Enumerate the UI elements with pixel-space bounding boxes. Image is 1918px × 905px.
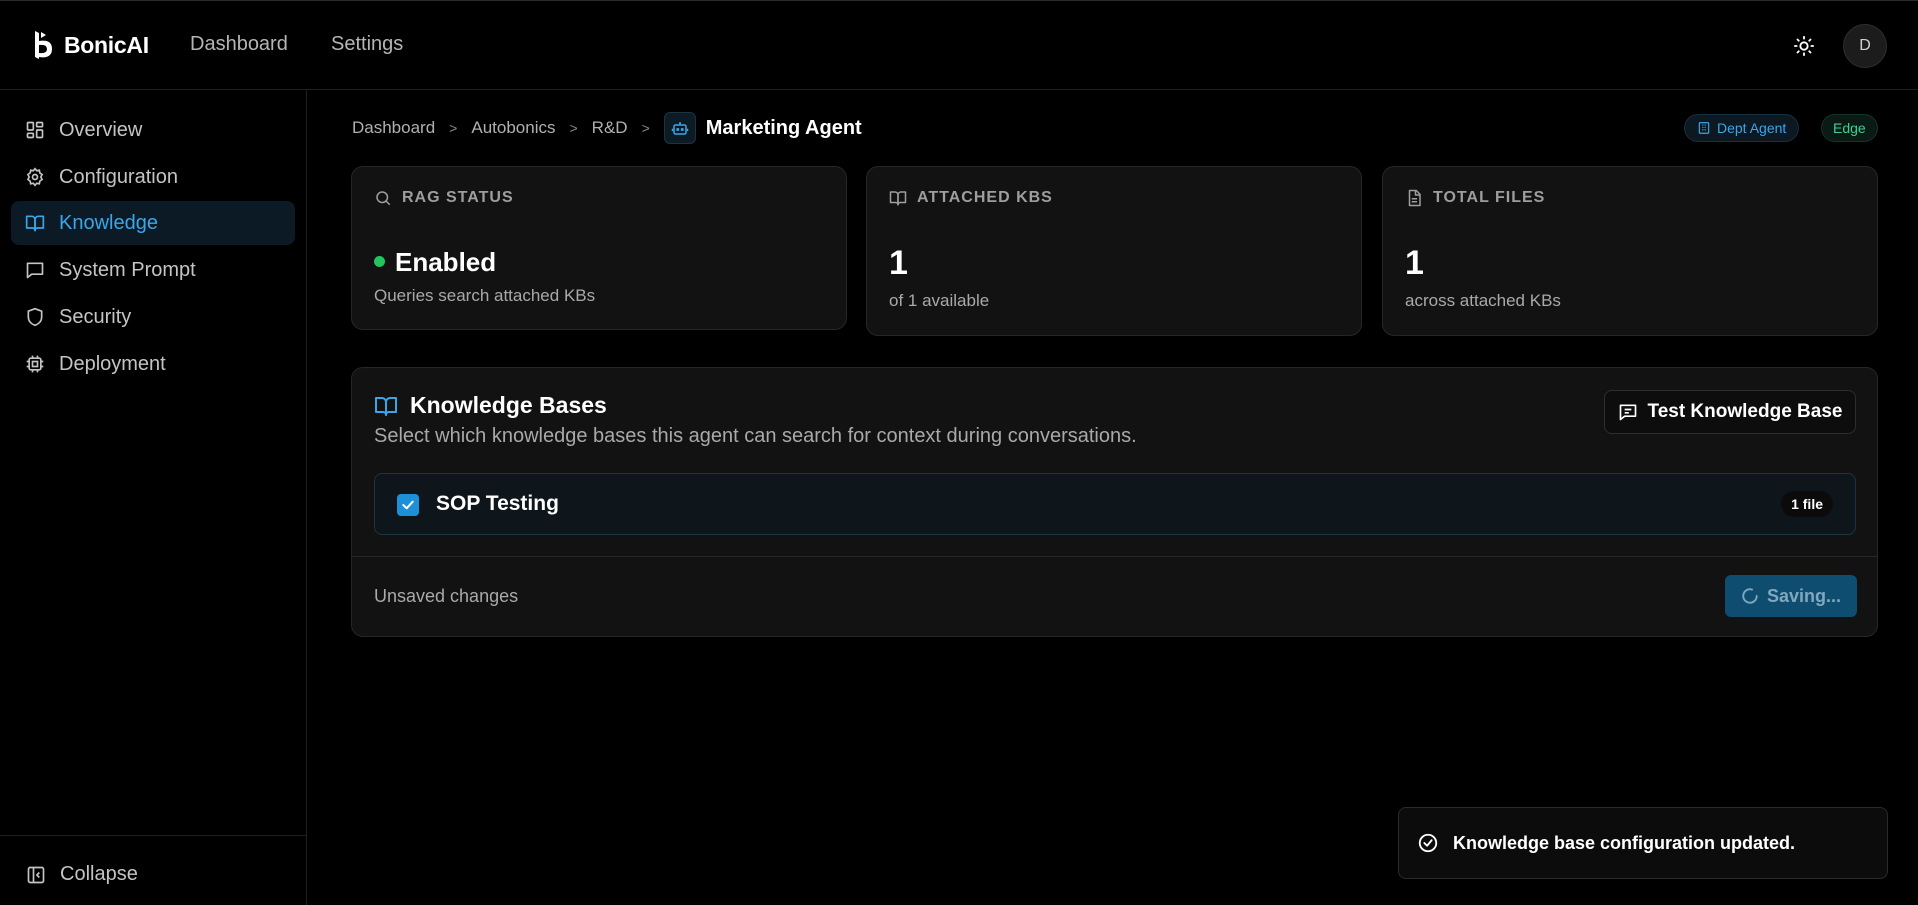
sun-icon: [1793, 35, 1815, 57]
building-icon: [1698, 122, 1710, 134]
book-icon: [889, 191, 907, 206]
stat-header: RAG STATUS: [374, 189, 514, 207]
status-dot: [374, 255, 385, 267]
file-count-badge: 1 file: [1781, 491, 1833, 517]
bot-icon: [663, 112, 696, 144]
edge-badge: Edge: [1821, 114, 1878, 142]
page-title: Marketing Agent: [705, 116, 862, 139]
file-text-icon: [1408, 189, 1421, 207]
nav-dashboard[interactable]: Dashboard: [190, 33, 288, 56]
sidebar-item-label: Overview: [59, 118, 143, 141]
stat-header: TOTAL FILES: [1405, 189, 1545, 207]
toast-message: Knowledge base configuration updated.: [1453, 832, 1796, 853]
stat-title: ATTACHED KBS: [917, 189, 1053, 206]
list-item[interactable]: SOP Testing 1 file: [374, 473, 1856, 535]
stat-subtitle: of 1 available: [889, 291, 990, 310]
stat-title: RAG STATUS: [402, 189, 514, 206]
collapse-label: Collapse: [60, 863, 138, 885]
shield-icon: [27, 307, 43, 327]
rag-status-text: Enabled: [395, 247, 497, 277]
kb-checkbox[interactable]: [397, 494, 419, 516]
collapse-button[interactable]: Collapse: [26, 863, 138, 886]
panel-collapse-icon: [27, 866, 45, 883]
search-icon: [376, 191, 391, 206]
gear-icon: [26, 167, 44, 187]
sidebar-item-label: Security: [59, 305, 132, 328]
test-knowledge-base-label: Test Knowledge Base: [1647, 401, 1843, 422]
sidebar-divider: [0, 835, 307, 836]
breadcrumb-rnd[interactable]: R&D: [592, 118, 628, 138]
panel-divider: [352, 556, 1878, 557]
breadcrumb-separator: >: [641, 120, 650, 136]
sidebar-item-label: Knowledge: [59, 211, 158, 234]
message-square-icon: [26, 262, 44, 279]
theme-toggle-button[interactable]: [1790, 32, 1818, 60]
check-icon: [402, 500, 414, 510]
sidebar: Overview Configuration Knowledge System …: [0, 90, 307, 905]
stat-header: ATTACHED KBS: [889, 189, 1053, 207]
message-text-icon: [1619, 404, 1636, 421]
sidebar-item-label: Deployment: [59, 352, 166, 375]
chip-icon: [26, 355, 44, 373]
stat-title: TOTAL FILES: [1433, 189, 1546, 206]
test-knowledge-base-button[interactable]: Test Knowledge Base: [1604, 390, 1856, 434]
sidebar-item-security[interactable]: Security: [11, 295, 295, 339]
stat-subtitle: across attached KBs: [1405, 291, 1561, 310]
save-button[interactable]: Saving...: [1725, 575, 1857, 617]
sidebar-item-knowledge[interactable]: Knowledge: [11, 201, 295, 245]
sidebar-item-deployment[interactable]: Deployment: [11, 342, 295, 386]
knowledge-bases-heading: Knowledge Bases: [374, 392, 607, 419]
breadcrumb-dashboard[interactable]: Dashboard: [352, 118, 435, 138]
sidebar-item-label: System Prompt: [59, 258, 196, 281]
top-bar: BonicAI Dashboard Settings D: [0, 0, 1918, 90]
breadcrumb: Dashboard > Autobonics > R&D > Marketing…: [352, 112, 862, 144]
rag-status-value: Enabled: [374, 247, 496, 278]
rag-status-card: RAG STATUS Enabled Queries search attach…: [351, 166, 847, 330]
spinner-icon: [1742, 588, 1758, 604]
app-name: BonicAI: [64, 31, 149, 58]
attached-kbs-value: 1: [889, 244, 908, 282]
nav-settings[interactable]: Settings: [331, 33, 403, 56]
dept-agent-label: Dept Agent: [1717, 120, 1787, 136]
sidebar-item-configuration[interactable]: Configuration: [11, 155, 295, 199]
breadcrumb-autobonics[interactable]: Autobonics: [471, 118, 555, 138]
breadcrumb-separator: >: [449, 120, 458, 136]
logo[interactable]: BonicAI: [30, 29, 149, 61]
knowledge-bases-title: Knowledge Bases: [410, 392, 607, 418]
stat-subtitle: Queries search attached KBs: [374, 286, 596, 305]
total-files-card: TOTAL FILES 1 across attached KBs: [1382, 166, 1878, 336]
sidebar-item-system-prompt[interactable]: System Prompt: [11, 248, 295, 292]
unsaved-changes-text: Unsaved changes: [374, 586, 519, 606]
book-icon: [25, 215, 45, 232]
save-label: Saving...: [1766, 585, 1842, 606]
sidebar-item-label: Configuration: [59, 165, 178, 188]
avatar[interactable]: D: [1843, 24, 1887, 68]
kb-name: SOP Testing: [436, 492, 559, 515]
total-files-value: 1: [1405, 244, 1424, 282]
bonicai-logo-icon: [35, 31, 52, 59]
check-circle-icon: [1418, 833, 1438, 853]
grid-icon: [26, 121, 44, 139]
knowledge-bases-description: Select which knowledge bases this agent …: [374, 425, 1137, 447]
breadcrumb-separator: >: [569, 120, 578, 136]
dept-agent-badge: Dept Agent: [1684, 114, 1800, 142]
attached-kbs-card: ATTACHED KBS 1 of 1 available: [866, 166, 1362, 336]
knowledge-bases-panel: Knowledge Bases Select which knowledge b…: [351, 367, 1878, 637]
book-icon: [375, 396, 397, 416]
sidebar-item-overview[interactable]: Overview: [11, 108, 295, 152]
toast-notification: Knowledge base configuration updated.: [1398, 807, 1888, 879]
